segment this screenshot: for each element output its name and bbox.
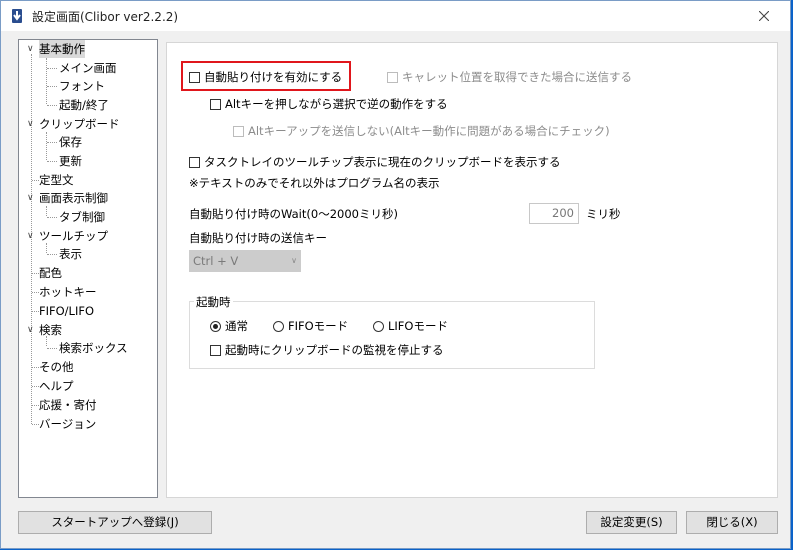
tree-item-save[interactable]: 保存 — [59, 133, 82, 151]
tasktray-tooltip-label: タスクトレイのツールチップ表示に現在のクリップボードを表示する — [204, 155, 561, 169]
collapse-icon[interactable]: ∨ — [27, 194, 36, 203]
tree-connector — [46, 58, 47, 104]
checkbox-box[interactable] — [189, 71, 200, 83]
tree-item-other[interactable]: その他 — [39, 358, 74, 376]
tree-item-search[interactable]: 検索 — [39, 321, 62, 339]
tree-connector — [47, 68, 57, 69]
tree-connector — [32, 273, 39, 274]
tree-connector — [32, 180, 39, 181]
checkbox-box[interactable] — [387, 71, 398, 83]
mode-lifo-label: LIFOモード — [388, 319, 448, 333]
mode-fifo-radio[interactable]: FIFOモード — [273, 318, 348, 334]
tree-item-help[interactable]: ヘルプ — [39, 377, 74, 395]
tree-item-tab-control[interactable]: タブ制御 — [59, 208, 105, 226]
tree-item-fifo-lifo[interactable]: FIFO/LIFO — [39, 302, 94, 320]
tree-connector — [47, 348, 57, 349]
tree-connector — [46, 206, 47, 216]
collapse-icon[interactable]: ∨ — [27, 120, 36, 129]
tasktray-tooltip-checkbox[interactable]: タスクトレイのツールチップ表示に現在のクリップボードを表示する — [189, 154, 561, 170]
apply-settings-button[interactable]: 設定変更(S) — [586, 511, 677, 534]
collapse-icon[interactable]: ∨ — [27, 45, 36, 54]
startup-register-button[interactable]: スタートアップへ登録(J) — [18, 511, 212, 534]
tree-item-display-control[interactable]: 画面表示制御 — [39, 189, 108, 207]
settings-window: 設定画面(Clibor ver2.2.2) ∨ 基本動作 メイン画面 フォント … — [0, 0, 791, 549]
alt-reverse-label: Altキーを押しながら選択で逆の動作をする — [225, 97, 448, 111]
tree-connector — [32, 424, 39, 425]
auto-paste-label: 自動貼り付けを有効にする — [204, 70, 343, 84]
tree-item-version[interactable]: バージョン — [39, 415, 96, 433]
tree-connector — [32, 405, 39, 406]
checkbox-box[interactable] — [210, 98, 221, 110]
alt-keyup-label: Altキーアップを送信しない(Altキー動作に問題がある場合にチェック) — [248, 124, 610, 138]
tree-item-search-box[interactable]: 検索ボックス — [59, 339, 128, 357]
tree-item-tooltip[interactable]: ツールチップ — [39, 227, 108, 245]
startup-group: 起動時 通常 FIFOモード LIFOモード 起動時にクリップボードの監視を停止… — [189, 294, 595, 369]
chevron-down-icon: ∨ — [291, 256, 297, 265]
tree-item-basic[interactable]: 基本動作 — [39, 40, 85, 58]
title-bar[interactable]: 設定画面(Clibor ver2.2.2) — [1, 1, 790, 31]
settings-tree[interactable]: ∨ 基本動作 メイン画面 フォント 起動/終了 ∨ クリップボード 保存 更新 … — [18, 39, 158, 498]
tree-connector — [47, 254, 57, 255]
tree-item-clipboard[interactable]: クリップボード — [39, 115, 120, 133]
mode-normal-radio[interactable]: 通常 — [210, 318, 248, 334]
radio-unselected[interactable] — [273, 320, 284, 332]
send-key-select[interactable]: Ctrl + V ∨ — [189, 250, 301, 272]
tree-connector — [46, 132, 47, 160]
tree-connector — [32, 292, 39, 293]
collapse-icon[interactable]: ∨ — [27, 232, 36, 241]
tree-item-font[interactable]: フォント — [59, 77, 105, 95]
wait-label: 自動貼り付け時のWait(0～2000ミリ秒) — [189, 207, 398, 221]
window-close-button[interactable] — [744, 1, 784, 31]
window-title: 設定画面(Clibor ver2.2.2) — [32, 10, 179, 24]
tree-connector — [47, 105, 57, 106]
send-key-label: 自動貼り付け時の送信キー — [189, 231, 327, 245]
wait-unit: ミリ秒 — [586, 207, 621, 221]
tree-connector — [47, 142, 57, 143]
tree-item-donate[interactable]: 応援・寄付 — [39, 396, 97, 414]
tasktray-note: ※テキストのみでそれ以外はプログラム名の表示 — [189, 176, 440, 190]
checkbox-box[interactable] — [210, 344, 221, 356]
send-key-value: Ctrl + V — [193, 254, 239, 268]
checkbox-box[interactable] — [233, 125, 244, 137]
tree-item-template[interactable]: 定型文 — [39, 171, 74, 189]
wait-input[interactable]: 200 — [529, 203, 579, 224]
radio-unselected[interactable] — [373, 320, 384, 332]
tree-item-main-screen[interactable]: メイン画面 — [59, 59, 117, 77]
mode-lifo-radio[interactable]: LIFOモード — [373, 318, 448, 334]
tree-item-colors[interactable]: 配色 — [39, 264, 62, 282]
mode-fifo-label: FIFOモード — [288, 319, 349, 333]
startup-group-title: 起動時 — [194, 294, 233, 310]
auto-paste-checkbox[interactable]: 自動貼り付けを有効にする — [189, 69, 342, 85]
mode-normal-label: 通常 — [225, 319, 248, 333]
tree-connector — [47, 161, 57, 162]
clibor-app-icon — [12, 9, 22, 23]
radio-selected[interactable] — [210, 320, 221, 332]
close-button[interactable]: 閉じる(X) — [686, 511, 778, 534]
tree-connector — [32, 386, 39, 387]
caret-send-label: キャレット位置を取得できた場合に送信する — [402, 70, 632, 84]
tree-item-tooltip-display[interactable]: 表示 — [59, 245, 82, 263]
checkbox-box[interactable] — [189, 156, 200, 168]
alt-keyup-checkbox[interactable]: Altキーアップを送信しない(Altキー動作に問題がある場合にチェック) — [233, 123, 610, 139]
caret-send-checkbox[interactable]: キャレット位置を取得できた場合に送信する — [387, 69, 632, 85]
collapse-icon[interactable]: ∨ — [27, 326, 36, 335]
alt-reverse-checkbox[interactable]: Altキーを押しながら選択で逆の動作をする — [210, 96, 448, 112]
desktop-background: 設定画面(Clibor ver2.2.2) ∨ 基本動作 メイン画面 フォント … — [0, 0, 793, 550]
tree-connector — [47, 217, 57, 218]
tree-connector — [47, 86, 57, 87]
tree-connector — [32, 311, 39, 312]
tree-item-startup-exit[interactable]: 起動/終了 — [59, 96, 109, 114]
settings-panel: 自動貼り付けを有効にする キャレット位置を取得できた場合に送信する Altキーを… — [166, 42, 778, 498]
close-icon — [759, 11, 769, 21]
stop-monitor-label: 起動時にクリップボードの監視を停止する — [225, 343, 444, 357]
tree-connector — [32, 367, 39, 368]
tree-item-update[interactable]: 更新 — [59, 152, 82, 170]
tree-item-hotkey[interactable]: ホットキー — [39, 283, 97, 301]
stop-monitor-checkbox[interactable]: 起動時にクリップボードの監視を停止する — [210, 342, 444, 358]
